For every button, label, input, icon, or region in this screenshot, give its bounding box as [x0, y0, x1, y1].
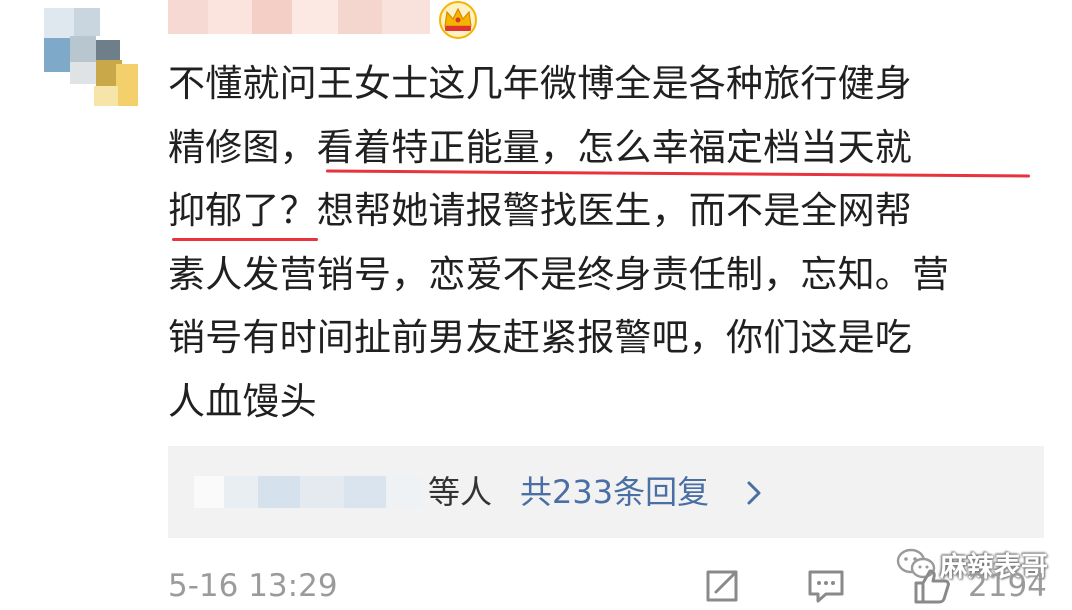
- share-icon[interactable]: [702, 566, 742, 606]
- replies-preview[interactable]: 等人 共233条回复: [168, 446, 1044, 538]
- comment-line: 精修图，看着特正能量，怎么幸福定档当天就: [168, 125, 912, 169]
- username[interactable]: [168, 0, 430, 34]
- reply-users-blurred: [300, 476, 344, 508]
- comment-line: 抑郁了？想帮她请报警找医生，而不是全网帮: [168, 189, 912, 232]
- comment-text: 不懂就问王女士这几年微博全是各种旅行健身 精修图，看着特正能量，怎么幸福定档当天…: [168, 52, 1048, 433]
- reply-users-blurred: [194, 476, 224, 508]
- reply-users-blurred: [386, 476, 422, 508]
- crown-icon: [436, 0, 480, 40]
- comment-line: 销号有时间扯前男友赶紧报警吧，你们这是吃: [168, 316, 912, 359]
- reply-users-blurred: [224, 476, 258, 508]
- highlight-underline: [172, 238, 318, 241]
- reply-others-label: 等人: [428, 473, 493, 511]
- comment-timestamp: 5-16 13:29: [168, 568, 338, 604]
- reply-users-blurred: [344, 476, 386, 508]
- avatar[interactable]: [30, 0, 138, 106]
- comment-line: 素人发营销号，恋爱不是终身责任制，忘知。营: [168, 252, 950, 296]
- comment-line: 人血馒头: [168, 379, 317, 423]
- comment-line: 不懂就问王女士这几年微博全是各种旅行健身: [168, 62, 912, 105]
- chevron-right-icon[interactable]: [744, 480, 764, 506]
- like-count: 2194: [968, 568, 1047, 604]
- comment-icon[interactable]: [806, 566, 846, 606]
- thumbs-up-icon[interactable]: [912, 566, 952, 606]
- reply-count-link[interactable]: 共233条回复: [520, 468, 709, 516]
- reply-users-blurred: [258, 476, 300, 508]
